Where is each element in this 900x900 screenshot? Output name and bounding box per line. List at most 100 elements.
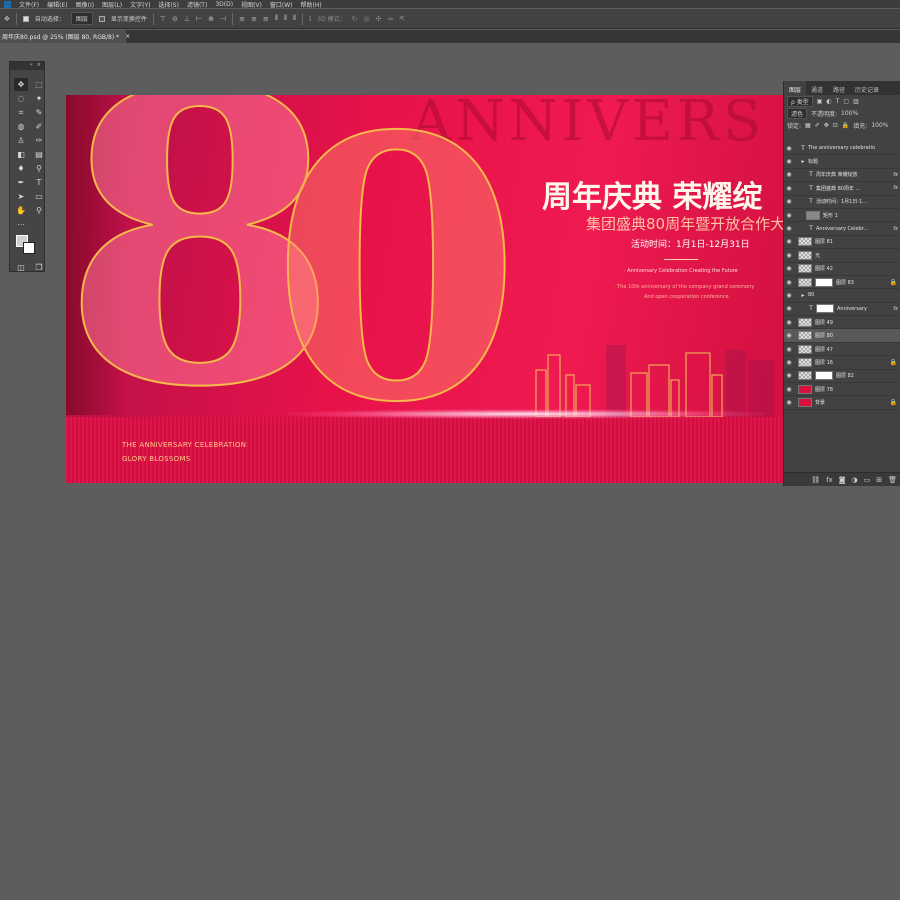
- layer-thumbnail[interactable]: [798, 237, 812, 247]
- layer-row[interactable]: ◉ 图层 16 🔒: [784, 356, 900, 370]
- move-tool-icon[interactable]: ✥: [14, 78, 28, 91]
- rectangle-tool-icon[interactable]: ▭: [32, 190, 46, 203]
- document-tab[interactable]: 周年庆80.psd @ 25% (图层 80, RGB/8) * ×: [0, 30, 130, 43]
- 3d-pan-icon[interactable]: ✣: [376, 15, 382, 23]
- document-canvas[interactable]: ANNIVERS 8 0 周年庆典 荣耀绽 集团盛典80周年暨开放合作大会 活动…: [66, 95, 783, 483]
- visibility-eye-icon[interactable]: ◉: [784, 372, 794, 379]
- pen-tool-icon[interactable]: ✒: [14, 176, 28, 189]
- visibility-eye-icon[interactable]: ◉: [784, 359, 794, 366]
- layer-thumbnail[interactable]: [798, 371, 812, 381]
- layer-mask-thumbnail[interactable]: [815, 371, 833, 381]
- tab-layers[interactable]: 图层: [784, 81, 807, 95]
- align-right-icon[interactable]: ⊣: [220, 15, 226, 23]
- layer-row[interactable]: ◉ 图层 78: [784, 383, 900, 397]
- trash-icon[interactable]: 🗑: [888, 476, 897, 484]
- layer-thumbnail[interactable]: [798, 277, 812, 287]
- align-hcenter-icon[interactable]: ⊕: [208, 15, 214, 23]
- lasso-tool-icon[interactable]: ◌: [14, 92, 28, 105]
- fx-badge[interactable]: fx: [893, 185, 898, 191]
- hand-tool-icon[interactable]: ✋: [14, 204, 28, 217]
- layer-thumbnail[interactable]: [798, 317, 812, 327]
- menu-select[interactable]: 选择(S): [158, 0, 179, 9]
- layer-row[interactable]: ◉ T Anniversary Celebr... fx: [784, 222, 900, 236]
- tab-history[interactable]: 历史记录: [850, 81, 884, 95]
- 3d-scale-icon[interactable]: ⇱: [399, 15, 405, 23]
- visibility-eye-icon[interactable]: ◉: [784, 185, 794, 192]
- menu-type[interactable]: 文字(Y): [130, 0, 150, 9]
- lock-brush-icon[interactable]: ✐: [815, 122, 820, 129]
- layer-row[interactable]: ◉ T 活动时间：1月1日-1...: [784, 196, 900, 209]
- blur-tool-icon[interactable]: ♦: [14, 162, 28, 175]
- distribute-right-icon[interactable]: ⦀: [293, 14, 296, 23]
- layer-row[interactable]: ◉ 背景 🔒: [784, 396, 900, 410]
- filter-shape-icon[interactable]: ▢: [843, 98, 849, 105]
- layer-row[interactable]: ◉ 图层 49: [784, 316, 900, 330]
- path-select-tool-icon[interactable]: ➤: [14, 190, 28, 203]
- layer-thumbnail[interactable]: [798, 398, 812, 408]
- fx-badge[interactable]: fx: [893, 306, 898, 312]
- brush-tool-icon[interactable]: ✐: [32, 120, 46, 133]
- folder-icon[interactable]: ▸: [798, 292, 808, 299]
- menu-file[interactable]: 文件(F): [19, 0, 39, 9]
- lock-artboard-icon[interactable]: ⊡: [833, 122, 838, 129]
- dodge-tool-icon[interactable]: ⚲: [32, 162, 46, 175]
- visibility-eye-icon[interactable]: ◉: [784, 145, 794, 152]
- zoom-tool-icon[interactable]: ⚲: [32, 204, 46, 217]
- layer-thumbnail[interactable]: [798, 384, 812, 394]
- 3d-roll-icon[interactable]: ◎: [363, 15, 369, 23]
- menu-image[interactable]: 图像(I): [76, 0, 94, 9]
- crop-tool-icon[interactable]: ⌗: [14, 106, 28, 119]
- visibility-eye-icon[interactable]: ◉: [784, 292, 794, 299]
- eyedropper-tool-icon[interactable]: ✎: [32, 106, 46, 119]
- visibility-eye-icon[interactable]: ◉: [784, 265, 794, 272]
- layer-thumbnail[interactable]: [798, 357, 812, 367]
- fill-value[interactable]: 100%: [871, 122, 888, 129]
- fx-badge[interactable]: fx: [893, 172, 898, 178]
- opacity-value[interactable]: 100%: [841, 110, 858, 117]
- eraser-tool-icon[interactable]: ◧: [14, 148, 28, 161]
- layer-thumbnail[interactable]: [798, 264, 812, 274]
- distribute-center-icon[interactable]: ≡: [251, 15, 257, 23]
- layer-row[interactable]: ◉ 光: [784, 249, 900, 263]
- color-swatches[interactable]: [16, 235, 40, 255]
- layer-mask-thumbnail[interactable]: [816, 304, 834, 314]
- align-left-icon[interactable]: ⊢: [196, 15, 202, 23]
- layer-mask-thumbnail[interactable]: [815, 277, 833, 287]
- layer-row[interactable]: ◉ T 集团盛典 80周年 ... fx: [784, 182, 900, 196]
- folder-icon[interactable]: ▭: [864, 476, 871, 484]
- distribute-left-icon[interactable]: ⦀: [275, 14, 278, 23]
- distribute-bottom-icon[interactable]: ≡: [263, 15, 269, 23]
- folder-icon[interactable]: ▸: [798, 158, 808, 165]
- layer-row[interactable]: ◉ T Anniversary fx: [784, 303, 900, 317]
- 3d-rotate-icon[interactable]: ↻: [352, 15, 358, 23]
- tab-paths[interactable]: 路径: [828, 81, 850, 95]
- menu-window[interactable]: 窗口(W): [270, 0, 293, 9]
- menu-edit[interactable]: 编辑(E): [47, 0, 67, 9]
- history-brush-tool-icon[interactable]: ✑: [32, 134, 46, 147]
- distribute-top-icon[interactable]: ≡: [239, 15, 245, 23]
- layer-thumbnail[interactable]: [798, 331, 812, 341]
- show-transform-checkbox[interactable]: [98, 15, 105, 22]
- quick-mask-icon[interactable]: ◫: [14, 261, 28, 274]
- filter-type-icon[interactable]: T: [836, 98, 840, 105]
- distribute-hcenter-icon[interactable]: ⦀: [284, 14, 287, 23]
- layer-row[interactable]: ◉ T The anniversary celebratio: [784, 142, 900, 156]
- move-tool-icon[interactable]: ✥: [4, 15, 10, 23]
- shape-thumbnail[interactable]: [806, 210, 820, 220]
- tools-panel-header[interactable]: « ×: [10, 62, 44, 70]
- layer-row[interactable]: ◉ T 周年庆典 荣耀绽放 fx: [784, 169, 900, 183]
- align-top-icon[interactable]: ⊤: [160, 15, 166, 23]
- filter-smart-icon[interactable]: ▥: [853, 98, 859, 105]
- lock-position-icon[interactable]: ✥: [824, 122, 829, 129]
- stamp-tool-icon[interactable]: ♙: [14, 134, 28, 147]
- visibility-eye-icon[interactable]: ◉: [784, 158, 794, 165]
- lock-all-icon[interactable]: 🔒: [842, 122, 849, 129]
- background-color[interactable]: [23, 242, 35, 254]
- layer-row[interactable]: ◉ 图层 83 🔒: [784, 276, 900, 290]
- layer-thumbnail[interactable]: [798, 250, 812, 260]
- layer-row[interactable]: ◉ 图层 82: [784, 370, 900, 384]
- align-vcenter-icon[interactable]: ⊝: [172, 15, 178, 23]
- tab-channels[interactable]: 通道: [806, 81, 828, 95]
- layer-kind-filter[interactable]: ρ 类型: [787, 95, 813, 107]
- visibility-eye-icon[interactable]: ◉: [784, 332, 794, 339]
